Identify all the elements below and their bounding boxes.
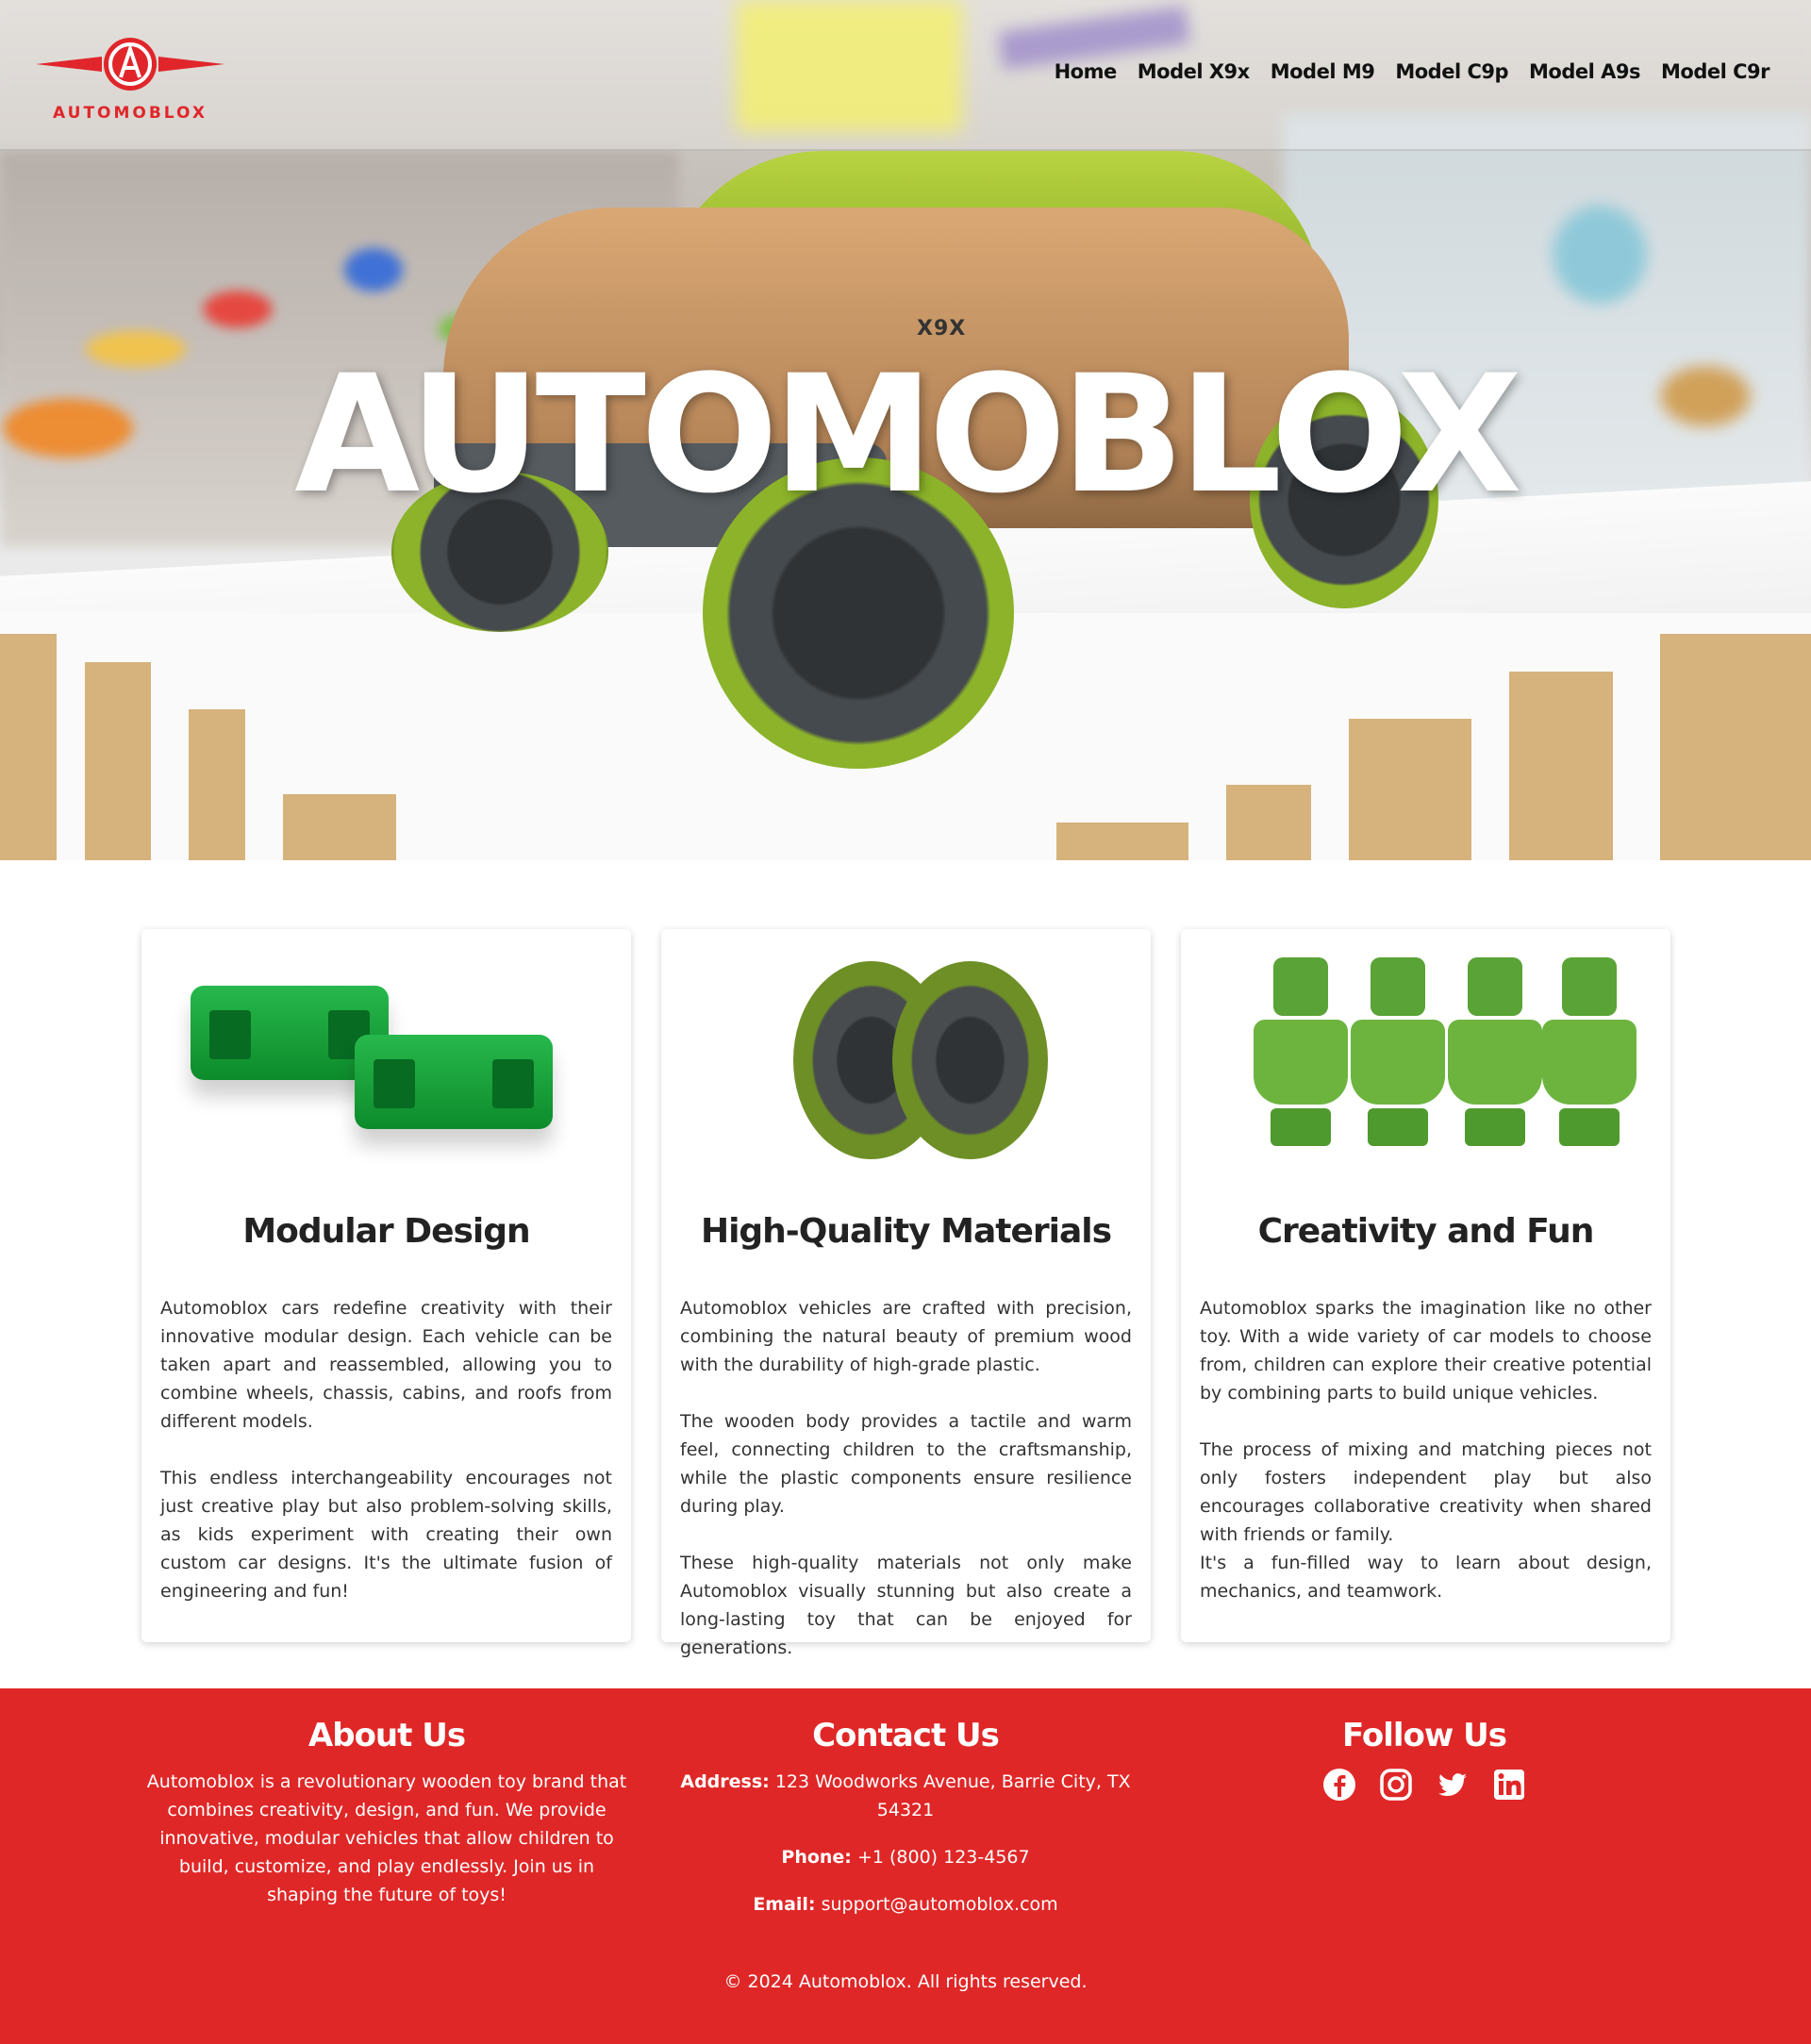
figures-image	[1200, 929, 1652, 1174]
card-paragraph: Automoblox sparks the imagination like n…	[1200, 1298, 1652, 1404]
card-title: High-Quality Materials	[700, 1212, 1112, 1251]
footer-contact: Contact Us Address: 123 Woodworks Avenue…	[660, 1717, 1151, 1937]
footer-about-title: About Us	[307, 1717, 466, 1754]
footer-follow: Follow Us	[1179, 1717, 1670, 1802]
nav-home[interactable]: Home	[1055, 60, 1118, 83]
contact-email: Email: support@automoblox.com	[753, 1894, 1058, 1915]
contact-phone: Phone: +1 (800) 123-4567	[781, 1847, 1030, 1868]
card-paragraph: Automoblox cars redefine creativity with…	[160, 1298, 612, 1432]
facebook-icon[interactable]	[1322, 1768, 1356, 1802]
card-title: Modular Design	[242, 1212, 530, 1251]
instagram-icon[interactable]	[1379, 1768, 1413, 1802]
footer-contact-title: Contact Us	[812, 1717, 1000, 1754]
card-paragraph: It's a fun-filled way to learn about des…	[1200, 1553, 1652, 1602]
card-title: Creativity and Fun	[1257, 1212, 1595, 1251]
card-paragraph: Automoblox vehicles are crafted with pre…	[680, 1298, 1132, 1375]
connector-blocks-image	[160, 929, 612, 1174]
nav-model-c9r[interactable]: Model C9r	[1661, 60, 1770, 83]
feature-card-materials: High-Quality Materials Automoblox vehicl…	[661, 929, 1151, 1658]
nav-model-x9x[interactable]: Model X9x	[1138, 60, 1250, 83]
nav-model-m9[interactable]: Model M9	[1271, 60, 1375, 83]
card-paragraph: This endless interchangeability encourag…	[160, 1468, 612, 1602]
nav-model-c9p[interactable]: Model C9p	[1395, 60, 1508, 83]
footer-about-text: Automoblox is a revolutionary wooden toy…	[146, 1771, 627, 1905]
top-navigation-bar: AUTOMOBLOX Home Model X9x Model M9 Model…	[0, 0, 1811, 151]
toy-car-model-badge: X9X	[917, 317, 967, 341]
copyright-text: © 2024 Automoblox. All rights reserved.	[723, 1971, 1088, 1992]
feature-card-creativity: Creativity and Fun Automoblox sparks the…	[1181, 929, 1670, 1642]
card-paragraph: These high-quality materials not only ma…	[680, 1553, 1132, 1658]
footer-follow-title: Follow Us	[1342, 1717, 1507, 1754]
contact-address: Address: 123 Woodworks Avenue, Barrie Ci…	[680, 1771, 1131, 1820]
feature-card-modular-design: Modular Design Automoblox cars redefine …	[141, 929, 631, 1642]
card-paragraph: The wooden body provides a tactile and w…	[680, 1411, 1132, 1517]
nav-model-a9s[interactable]: Model A9s	[1529, 60, 1640, 83]
twitter-icon[interactable]	[1436, 1768, 1470, 1802]
logo-wordmark: AUTOMOBLOX	[53, 104, 208, 123]
footer-about: About Us Automoblox is a revolutionary w…	[141, 1717, 632, 1909]
hero-title: AUTOMOBLOX	[294, 340, 1522, 529]
wheels-image	[680, 929, 1132, 1174]
site-footer: About Us Automoblox is a revolutionary w…	[0, 1688, 1811, 2044]
feature-cards: Modular Design Automoblox cars redefine …	[141, 929, 1670, 1658]
main-nav: Home Model X9x Model M9 Model C9p Model …	[1055, 60, 1770, 83]
social-links	[1179, 1768, 1670, 1802]
linkedin-icon[interactable]	[1492, 1768, 1526, 1802]
card-paragraph: The process of mixing and matching piece…	[1200, 1439, 1652, 1545]
